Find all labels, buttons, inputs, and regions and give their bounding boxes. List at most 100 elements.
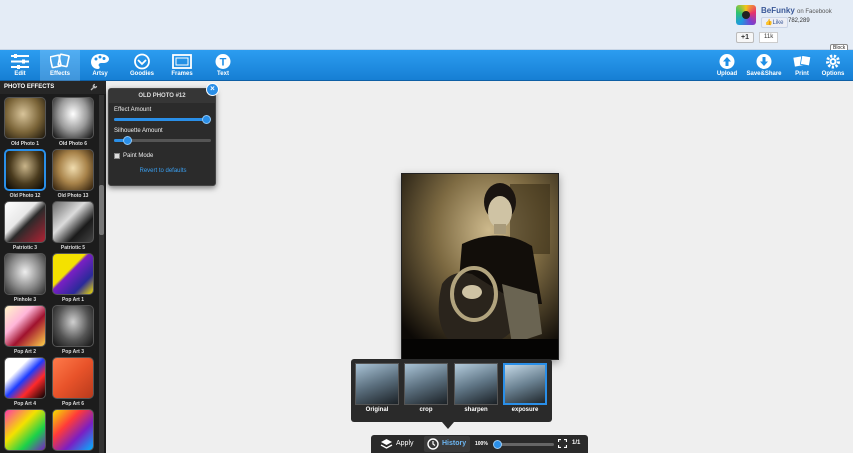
goodies-icon xyxy=(134,53,150,70)
toolbar-edit[interactable]: Edit xyxy=(0,50,40,81)
history-item-label: crop xyxy=(419,407,433,413)
thumbnail-image xyxy=(52,97,94,139)
toolbar-upload[interactable]: Upload xyxy=(707,50,747,81)
svg-text:T: T xyxy=(220,57,227,69)
effect-thumb-label: Pinhole 3 xyxy=(13,297,37,303)
palette-icon xyxy=(91,54,109,69)
apply-button[interactable]: Apply xyxy=(396,440,414,447)
fit-screen-icon[interactable] xyxy=(558,439,567,448)
layers-icon[interactable] xyxy=(380,438,393,450)
effect-thumb-pop-art-8[interactable] xyxy=(52,409,94,453)
history-label: History xyxy=(442,440,467,447)
sidebar-scroll-thumb[interactable] xyxy=(99,185,104,235)
toolbar-save-share-label: Save&Share xyxy=(746,71,782,77)
facebook-like-button[interactable]: 👍Like xyxy=(761,17,788,28)
history-item-exposure[interactable]: exposure xyxy=(503,363,547,413)
effect-thumb-old-photo-12[interactable]: Old Photo 12 xyxy=(4,149,46,201)
toolbar-edit-label: Edit xyxy=(14,71,26,77)
thumbnail-image xyxy=(52,305,94,347)
toolbar-goodies-label: Goodies xyxy=(129,71,154,77)
thumbnail-image xyxy=(52,149,94,191)
effect-thumb-old-photo-1[interactable]: Old Photo 1 xyxy=(4,97,46,149)
effect-thumb-pop-art-4[interactable]: Pop Art 4 xyxy=(4,357,46,409)
download-icon xyxy=(756,54,772,69)
effect-thumb-label: Pop Art 3 xyxy=(61,349,85,355)
toolbar-frames[interactable]: Frames xyxy=(162,50,202,81)
history-button[interactable]: History xyxy=(424,436,470,452)
toolbar-goodies[interactable]: Goodies xyxy=(122,50,162,81)
history-clock-icon xyxy=(427,438,439,450)
toolbar-artsy[interactable]: Artsy xyxy=(80,50,120,81)
revert-to-defaults-link[interactable]: Revert to defaults xyxy=(109,168,217,174)
effect-thumb-label: Pop Art 1 xyxy=(61,297,85,303)
toolbar-effects-label: Effects xyxy=(49,71,70,77)
history-thumbnail xyxy=(503,363,547,405)
top-banner: BeFunky on Facebook 👍Like 782,289 +1 11k xyxy=(0,0,853,50)
print-icon xyxy=(793,54,812,67)
effect-thumb-old-photo-6[interactable]: Old Photo 6 xyxy=(52,97,94,149)
wrench-icon[interactable] xyxy=(90,83,98,91)
google-plus-button[interactable]: +1 xyxy=(736,32,754,43)
effect-thumb-patriotic-5[interactable]: Patriotic 5 xyxy=(52,201,94,253)
thumbnail-image xyxy=(4,409,46,451)
toolbar-options-label: Options xyxy=(821,71,845,77)
paint-mode-checkbox[interactable] xyxy=(114,153,120,159)
toolbar-save-share[interactable]: Save&Share xyxy=(744,50,784,81)
thumbnail-image xyxy=(4,97,46,139)
main-toolbar: Edit Effects Artsy Goodies Frames T Text… xyxy=(0,50,853,81)
effect-thumb-label: Patriotic 3 xyxy=(12,245,38,251)
google-plus-count: 11k xyxy=(759,32,779,43)
effect-thumb-patriotic-3[interactable]: Patriotic 3 xyxy=(4,201,46,253)
silhouette-amount-slider[interactable] xyxy=(114,136,211,145)
main-photo[interactable] xyxy=(401,173,559,360)
history-thumbnail xyxy=(404,363,448,405)
history-strip: Original crop sharpen exposure xyxy=(351,359,552,422)
thumbnail-image xyxy=(4,357,46,399)
effect-thumb-pinhole-3[interactable]: Pinhole 3 xyxy=(4,253,46,305)
thumbnail-image xyxy=(52,357,94,399)
befunky-logo-icon[interactable] xyxy=(736,5,756,25)
sidebar-title: PHOTO EFFECTS xyxy=(4,84,55,90)
effect-thumb-pop-art-6[interactable]: Pop Art 6 xyxy=(52,357,94,409)
toolbar-text[interactable]: T Text xyxy=(203,50,243,81)
effect-thumb-label: Pop Art 6 xyxy=(61,401,85,407)
page-indicator: 1/1 xyxy=(572,440,581,446)
effect-thumb-pop-art-7[interactable] xyxy=(4,409,46,453)
thumbnail-image xyxy=(4,253,46,295)
sidebar-scrollbar[interactable] xyxy=(99,95,104,453)
like-label: Like xyxy=(772,20,784,26)
zoom-slider[interactable] xyxy=(493,440,554,449)
effects-icon xyxy=(50,53,70,69)
toolbar-text-label: Text xyxy=(217,71,229,77)
photo-image xyxy=(402,174,558,359)
history-item-sharpen[interactable]: sharpen xyxy=(454,363,498,413)
bottom-bar: Apply History 100% 1/1 xyxy=(371,435,588,453)
history-item-original[interactable]: Original xyxy=(355,363,399,413)
brand-name[interactable]: BeFunky xyxy=(761,6,795,15)
effect-thumb-pop-art-1[interactable]: Pop Art 1 xyxy=(52,253,94,305)
effect-amount-slider[interactable] xyxy=(114,115,212,124)
thumbnail-image xyxy=(52,253,94,295)
effect-thumb-label: Old Photo 6 xyxy=(58,141,88,147)
effect-amount-fill xyxy=(114,118,207,121)
history-item-crop[interactable]: crop xyxy=(404,363,448,413)
paint-mode-label: Paint Mode xyxy=(123,153,154,159)
close-icon[interactable]: × xyxy=(206,83,219,96)
zoom-slider-knob[interactable] xyxy=(493,440,502,449)
facebook-brand[interactable]: BeFunky on Facebook xyxy=(761,6,832,15)
effect-thumb-pop-art-3[interactable]: Pop Art 3 xyxy=(52,305,94,357)
effect-thumb-old-photo-13[interactable]: Old Photo 13 xyxy=(52,149,94,201)
toolbar-effects[interactable]: Effects xyxy=(40,50,80,81)
sidebar-header: PHOTO EFFECTS xyxy=(0,81,106,94)
sliders-icon xyxy=(11,54,29,69)
effect-amount-label: Effect Amount xyxy=(114,107,152,113)
photo-effects-sidebar: PHOTO EFFECTS Old Photo 1 Old Photo 6 Ol… xyxy=(0,81,106,453)
toolbar-options[interactable]: Options xyxy=(813,50,853,81)
silhouette-amount-knob[interactable] xyxy=(122,136,132,145)
silhouette-amount-label: Silhouette Amount xyxy=(114,128,163,134)
gear-icon xyxy=(826,54,840,69)
effect-amount-knob[interactable] xyxy=(202,115,212,124)
effect-thumb-pop-art-2[interactable]: Pop Art 2 xyxy=(4,305,46,357)
thumbnail-image xyxy=(52,409,94,451)
history-item-label: sharpen xyxy=(464,407,488,413)
